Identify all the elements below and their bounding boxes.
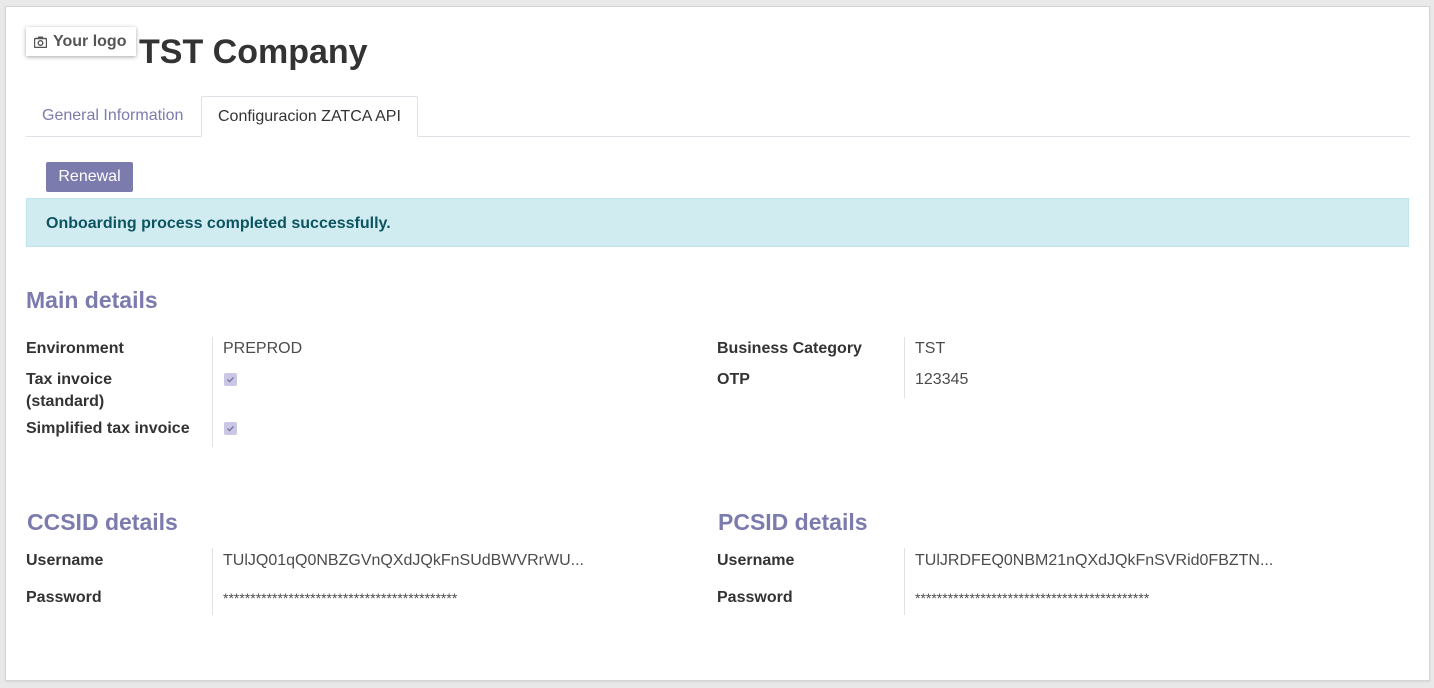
main-details-title: Main details (26, 287, 158, 313)
tax-invoice-checkbox[interactable] (224, 373, 237, 386)
tab-general-information[interactable]: General Information (26, 96, 199, 136)
otp-label: OTP (717, 371, 750, 388)
environment-label: Environment (26, 340, 124, 357)
otp-value[interactable]: 123345 (915, 371, 968, 389)
renewal-button[interactable]: Renewal (46, 162, 133, 192)
business-category-value[interactable]: TST (915, 340, 945, 358)
simplified-tax-invoice-label: Simplified tax invoice (26, 420, 190, 437)
divider (212, 337, 213, 447)
pcsid-password-label: Password (717, 589, 793, 606)
simplified-tax-invoice-checkbox[interactable] (224, 422, 237, 435)
tax-invoice-label-line2: (standard) (26, 393, 105, 410)
ccsid-password-label: Password (26, 589, 102, 606)
tab-bar: General Information Configuracion ZATCA … (26, 96, 1410, 137)
company-name: TST Company (139, 33, 368, 71)
pcsid-password-value[interactable]: ****************************************… (915, 590, 1149, 606)
check-icon (226, 376, 235, 383)
environment-value[interactable]: PREPROD (223, 340, 302, 358)
ccsid-username-label: Username (26, 552, 104, 569)
tax-invoice-label: Tax invoice (standard) (26, 371, 112, 415)
ccsid-details-title: CCSID details (27, 509, 178, 535)
divider (904, 548, 905, 615)
business-category-label: Business Category (717, 340, 862, 357)
check-icon (226, 425, 235, 432)
success-alert: Onboarding process completed successfull… (26, 198, 1409, 247)
pcsid-username-value[interactable]: TUlJRDFEQ0NBM21nQXdJQkFnSVRid0FBZTN... (915, 552, 1273, 570)
divider (904, 337, 905, 398)
pcsid-details-title: PCSID details (718, 509, 868, 535)
logo-text: Your logo (53, 32, 127, 50)
form-sheet: Your logo TST Company General Informatio… (5, 6, 1430, 681)
camera-icon (34, 36, 47, 48)
tab-configuracion-zatca-api[interactable]: Configuracion ZATCA API (201, 96, 418, 137)
divider (212, 548, 213, 615)
logo-upload[interactable]: Your logo (26, 27, 136, 56)
ccsid-password-value[interactable]: ****************************************… (223, 590, 457, 606)
ccsid-username-value[interactable]: TUlJQ01qQ0NBZGVnQXdJQkFnSUdBWVRrWU... (223, 552, 584, 570)
pcsid-username-label: Username (717, 552, 795, 569)
tax-invoice-label-line1: Tax invoice (26, 371, 112, 388)
